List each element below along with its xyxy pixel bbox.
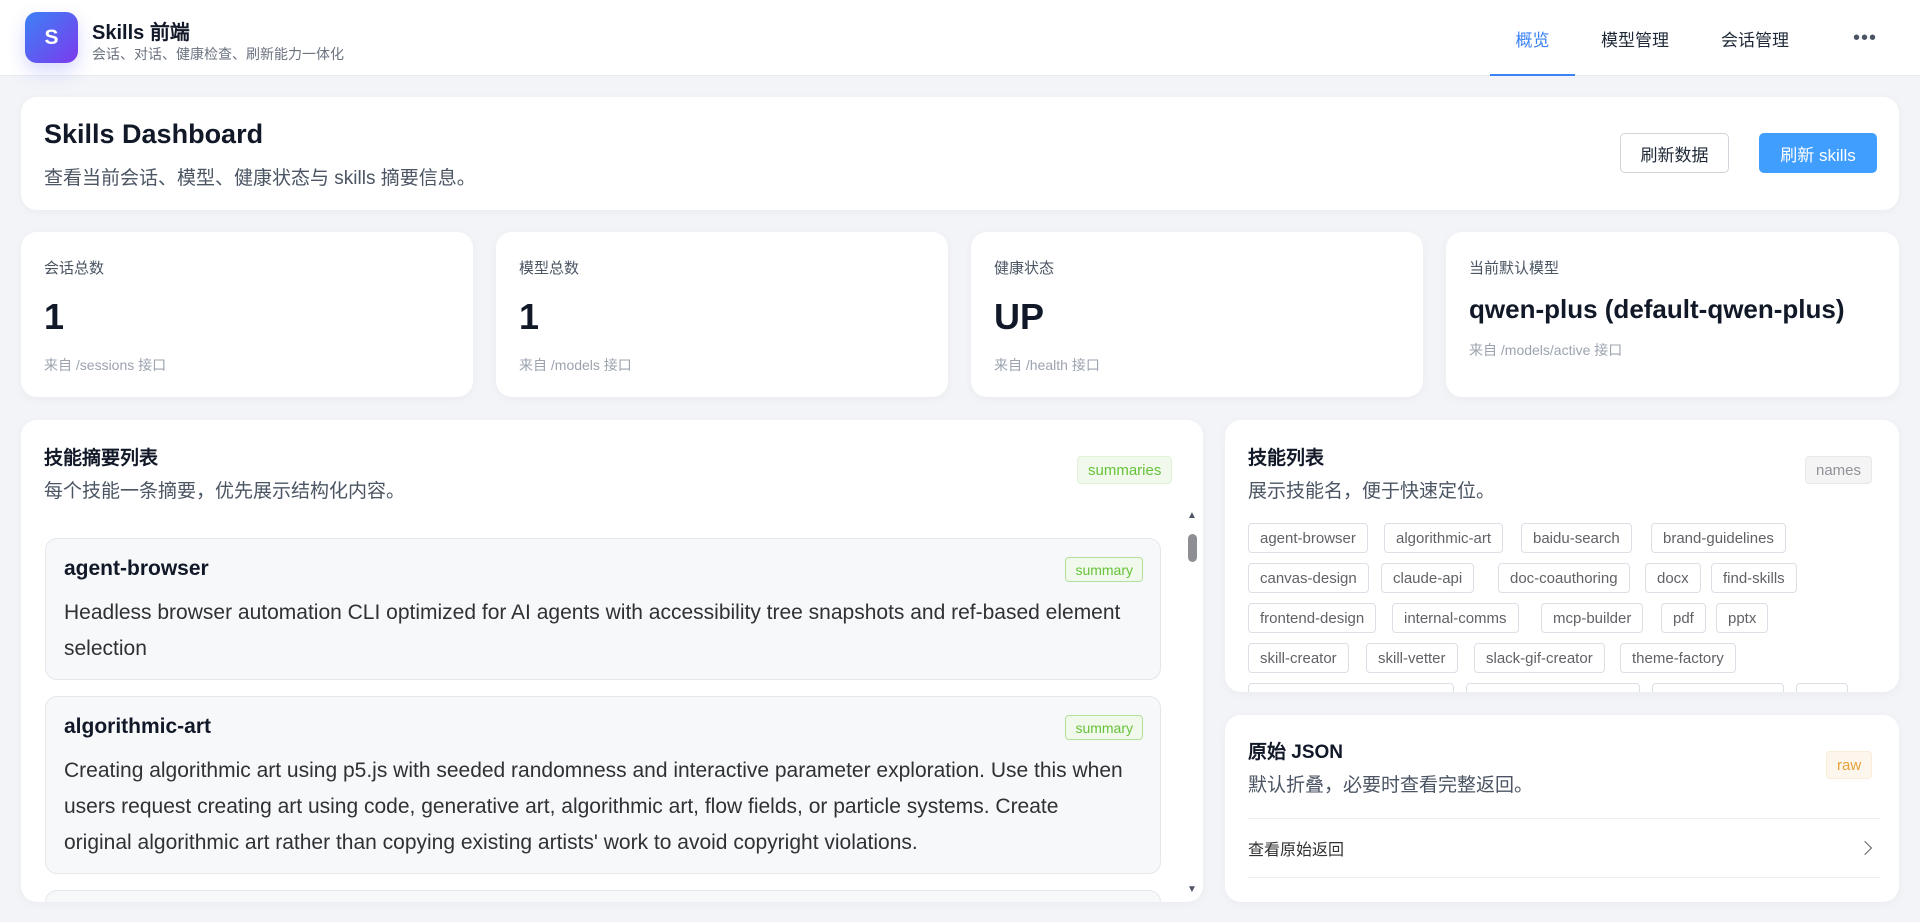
skill-chip[interactable]: slack-gif-creator (1474, 643, 1605, 673)
app-title: Skills 前端 (92, 22, 190, 44)
stat-note: 来自 /health 接口 (994, 357, 1100, 373)
skill-chip[interactable] (1652, 683, 1784, 692)
skill-chip[interactable]: skill-creator (1248, 643, 1349, 673)
top-header: S Skills 前端 会话、对话、健康检查、刷新能力一体化 概览 模型管理 会… (0, 0, 1920, 76)
stat-label: 当前默认模型 (1469, 260, 1560, 277)
summary-badge: summary (1065, 715, 1143, 740)
skill-chip[interactable]: find-skills (1711, 563, 1797, 593)
stat-card-sessions: 会话总数 1 来自 /sessions 接口 (21, 232, 473, 397)
skill-names-card: 技能列表 展示技能名，便于快速定位。 names agent-browser a… (1225, 420, 1899, 692)
skill-name: algorithmic-art (64, 715, 212, 738)
stat-card-default-model: 当前默认模型 qwen-plus (default-qwen-plus) 来自 … (1446, 232, 1899, 397)
stat-label: 会话总数 (44, 260, 105, 277)
skill-chip[interactable]: baidu-search (1521, 523, 1632, 553)
skill-chip[interactable]: canvas-design (1248, 563, 1369, 593)
skill-chip[interactable]: agent-browser (1248, 523, 1368, 553)
skill-chip[interactable]: theme-factory (1620, 643, 1736, 673)
page-title: Skills Dashboard (44, 119, 264, 149)
stat-value: 1 (519, 296, 540, 337)
skill-name: agent-browser (64, 557, 209, 580)
app-logo: S (25, 12, 78, 63)
names-tag: names (1805, 456, 1873, 484)
stat-value: 1 (44, 296, 65, 337)
summary-list[interactable]: agent-browser summary Headless browser a… (45, 538, 1181, 902)
dashboard-header-card: Skills Dashboard 查看当前会话、模型、健康状态与 skills … (21, 97, 1899, 210)
collapse-label: 查看原始返回 (1248, 842, 1345, 859)
more-menu-icon[interactable]: ••• (1845, 0, 1885, 76)
section-description: 展示技能名，便于快速定位。 (1248, 481, 1496, 502)
section-title: 原始 JSON (1248, 742, 1344, 763)
stat-card-health: 健康状态 UP 来自 /health 接口 (971, 232, 1423, 397)
tab-session-management[interactable]: 会话管理 (1715, 0, 1795, 76)
section-description: 每个技能一条摘要，优先展示结构化内容。 (44, 481, 406, 502)
section-title: 技能列表 (1248, 448, 1325, 469)
skill-chip[interactable]: internal-comms (1392, 603, 1519, 633)
section-title: 技能摘要列表 (44, 448, 159, 469)
chevron-right-icon (1857, 840, 1873, 856)
skill-summaries-card: 技能摘要列表 每个技能一条摘要，优先展示结构化内容。 summaries age… (21, 420, 1203, 902)
skill-chip[interactable]: algorithmic-art (1384, 523, 1504, 553)
stat-value: UP (994, 296, 1045, 337)
skill-summary-text: Creating algorithmic art using p5.js wit… (64, 759, 1123, 854)
skill-name-chips: agent-browser algorithmic-art baidu-sear… (1248, 523, 1878, 692)
scroll-up-arrow-icon[interactable]: ▲ (1185, 508, 1199, 522)
skill-chip[interactable]: claude-api (1381, 563, 1475, 593)
raw-tag: raw (1826, 751, 1873, 779)
section-description: 默认折叠，必要时查看完整返回。 (1248, 775, 1534, 796)
summary-card-algorithmic-art: algorithmic-art summary Creating algorit… (45, 696, 1161, 874)
stat-card-models: 模型总数 1 来自 /models 接口 (496, 232, 948, 397)
summaries-tag: summaries (1077, 456, 1173, 484)
stat-note: 来自 /models/active 接口 (1469, 342, 1623, 358)
raw-json-collapse[interactable]: 查看原始返回 (1248, 818, 1880, 878)
summary-badge: summary (1065, 557, 1143, 582)
skill-chip[interactable] (1796, 683, 1848, 692)
stat-value: qwen-plus (default-qwen-plus) (1469, 294, 1845, 324)
stat-label: 健康状态 (994, 260, 1055, 277)
refresh-data-button[interactable]: 刷新数据 (1620, 133, 1729, 173)
tab-overview[interactable]: 概览 (1490, 0, 1575, 76)
stat-note: 来自 /models 接口 (519, 357, 632, 373)
stat-note: 来自 /sessions 接口 (44, 357, 167, 373)
skill-chip[interactable]: pdf (1661, 603, 1706, 633)
stat-label: 模型总数 (519, 260, 580, 277)
refresh-skills-button[interactable]: 刷新 skills (1759, 133, 1877, 173)
skill-chip[interactable]: skill-vetter (1366, 643, 1458, 673)
scroll-down-arrow-icon[interactable]: ▼ (1185, 882, 1199, 896)
skill-chip[interactable]: mcp-builder (1541, 603, 1644, 633)
raw-json-card: 原始 JSON 默认折叠，必要时查看完整返回。 raw 查看原始返回 (1225, 715, 1899, 902)
skill-chip[interactable] (1466, 683, 1640, 692)
skill-chip[interactable]: pptx (1716, 603, 1769, 633)
tab-model-management[interactable]: 模型管理 (1595, 0, 1675, 76)
scroll-thumb[interactable] (1188, 534, 1197, 562)
skill-chip[interactable]: brand-guidelines (1651, 523, 1786, 553)
page-description: 查看当前会话、模型、健康状态与 skills 摘要信息。 (44, 168, 476, 189)
app-subtitle: 会话、对话、健康检查、刷新能力一体化 (92, 46, 344, 62)
summary-card-agent-browser: agent-browser summary Headless browser a… (45, 538, 1161, 680)
skill-chip[interactable]: docx (1645, 563, 1701, 593)
skill-chip[interactable]: frontend-design (1248, 603, 1377, 633)
skill-summary-text: Headless browser automation CLI optimize… (64, 601, 1121, 660)
summary-scrollbar[interactable]: ▲ ▼ (1185, 508, 1199, 896)
summary-card-next (45, 890, 1161, 902)
skill-chip[interactable]: doc-coauthoring (1498, 563, 1630, 593)
skill-chip[interactable] (1248, 683, 1454, 692)
